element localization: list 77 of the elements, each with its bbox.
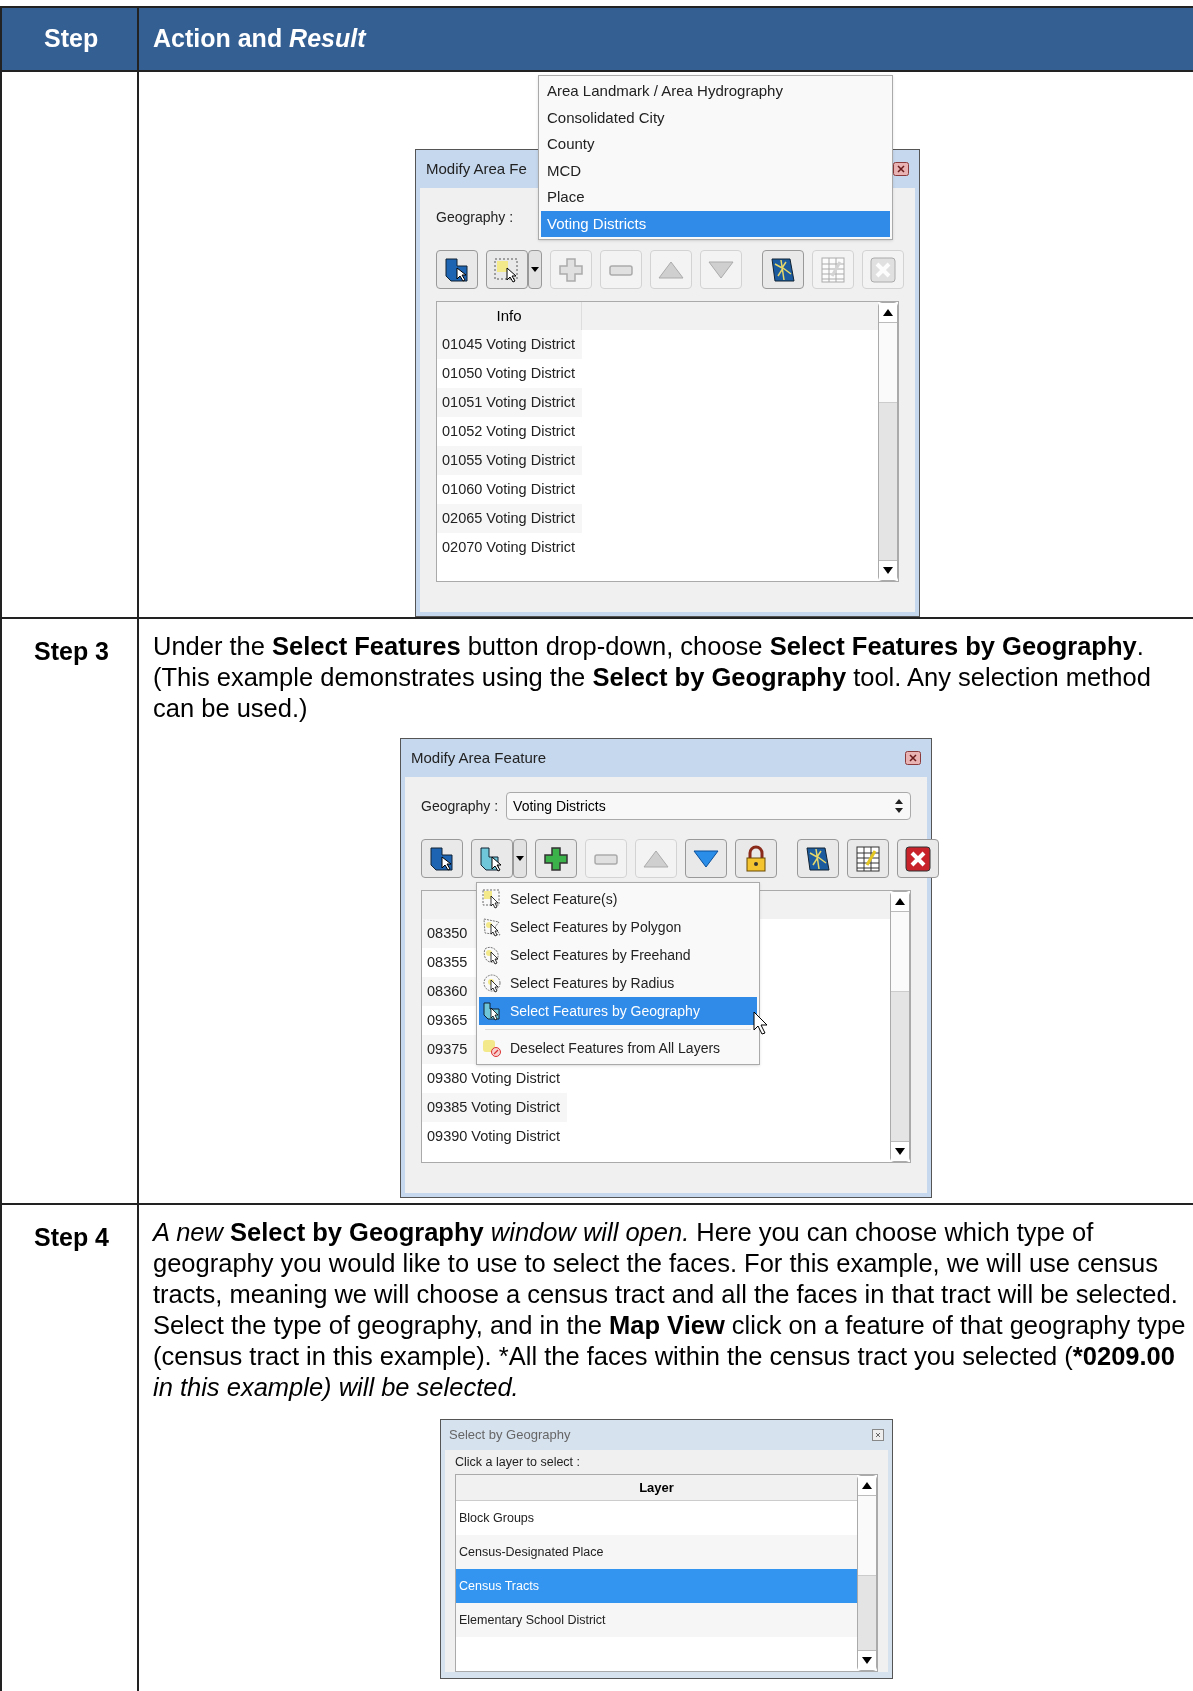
prompt-label: Click a layer to select : [455, 1454, 582, 1471]
list-row[interactable]: 01055 Voting District [437, 446, 582, 475]
toolbar-button[interactable] [847, 839, 889, 878]
up-down-arrows-icon [894, 798, 904, 814]
toolbar-button[interactable] [535, 839, 577, 878]
close-icon[interactable] [893, 162, 909, 176]
column-header: Step [2, 8, 139, 70]
geography-select[interactable]: Voting Districts [506, 792, 911, 820]
toolbar-button[interactable] [735, 839, 777, 878]
map-icon [769, 255, 797, 284]
up-arrow-icon[interactable] [895, 898, 905, 905]
instruction-text: Under the Select Features button drop-down, choose Select Features by Geography. (This example demonstrates using the Select by Geography tool. Any selection method can be used.) [152, 631, 1152, 724]
menu-item[interactable]: Deselect Features from All Layers [479, 1034, 757, 1062]
toolbar-button[interactable] [436, 250, 478, 289]
window-title: Select by Geography [449, 1426, 571, 1445]
list-row[interactable]: 02065 Voting District [437, 504, 582, 533]
menu-item[interactable]: Select Features by Freehand [479, 941, 757, 969]
scrollbar[interactable] [890, 891, 910, 1162]
down-arrow-icon[interactable] [883, 567, 893, 574]
close-icon[interactable] [872, 1429, 884, 1441]
toolbar-button[interactable] [897, 839, 939, 878]
table-pencil-icon [820, 255, 846, 284]
plus-icon [558, 256, 584, 283]
dropdown-option[interactable]: Place [541, 184, 890, 211]
dropdown-option[interactable]: Voting Districts [541, 210, 890, 237]
list-row[interactable]: 01045 Voting District [437, 330, 582, 359]
shape-arrow-icon [482, 1001, 502, 1021]
scrollbar[interactable] [857, 1475, 877, 1671]
toolbar-button[interactable] [471, 839, 513, 878]
list-row[interactable]: 01051 Voting District [437, 388, 582, 417]
shape-arrow-icon [443, 255, 471, 284]
shapes-deselect-icon [482, 1038, 502, 1058]
list-row[interactable]: Census-Designated Place [456, 1535, 857, 1569]
instruction-text: A new Select by Geography window will open. Here you can choose which type of geography you would like to use to select the faces. For this example, we will use census tracts, meaning we will choose a census tract and all the faces in that tract will be selected. Select the type of geography, and in the Map View click on a feature of that geography type (census tract in this example). *All the faces within the census tract you selected (*0209.00 in this example) will be selected. [151, 1217, 1187, 1403]
down-arrow-icon[interactable] [862, 1657, 872, 1664]
dropdown-option[interactable]: MCD [541, 157, 890, 184]
table-pencil-icon [855, 844, 881, 873]
map-icon [804, 844, 832, 873]
menu-item[interactable]: Select Features by Geography [479, 997, 757, 1025]
caret-icon [516, 856, 524, 861]
up-arrow-icon[interactable] [883, 309, 893, 316]
toolbar-button[interactable] [421, 839, 463, 878]
toolbar-button[interactable] [797, 839, 839, 878]
geography-label: Geography : [421, 796, 499, 816]
menu-item[interactable]: Select Features by Polygon [479, 913, 757, 941]
list-row[interactable]: Elementary School District [456, 1603, 857, 1637]
dropdown-option[interactable]: Consolidated City [541, 104, 890, 131]
window-title: Modify Area Feature [411, 747, 547, 768]
menu-item[interactable]: Select Feature(s) [479, 885, 757, 913]
polygon-arrow-icon [482, 917, 502, 937]
selection-box-arrow-icon [493, 255, 521, 284]
close-icon[interactable] [905, 751, 921, 765]
scrollbar[interactable] [878, 302, 898, 581]
down-triangle-icon [707, 258, 735, 281]
step-label: Step 3 [34, 637, 110, 665]
column-header: Action and Result [153, 23, 366, 55]
caret-icon [531, 267, 539, 272]
down-arrow-icon[interactable] [895, 1148, 905, 1155]
list-row[interactable]: 09385 Voting District [422, 1093, 567, 1122]
dropdown-button[interactable] [513, 839, 527, 878]
plus-icon [543, 845, 569, 872]
geography-label: Geography : [436, 207, 514, 227]
step-label: Step 4 [34, 1223, 110, 1251]
dropdown-button[interactable] [528, 250, 542, 289]
shape-arrow-icon [428, 844, 456, 873]
window-title: Modify Area Fe [426, 158, 527, 179]
up-arrow-icon[interactable] [862, 1482, 872, 1489]
close-icon [905, 845, 931, 872]
freehand-arrow-icon [482, 945, 502, 965]
toolbar-button[interactable] [762, 250, 804, 289]
dropdown-option[interactable]: County [541, 131, 890, 158]
dropdown-option[interactable]: Area Landmark / Area Hydrography [541, 78, 890, 105]
down-triangle-icon [692, 847, 720, 870]
padlock-icon [744, 844, 768, 873]
column-header[interactable]: Layer [456, 1475, 857, 1501]
close-icon [870, 256, 896, 283]
menu-item[interactable]: Select Features by Radius [479, 969, 757, 997]
